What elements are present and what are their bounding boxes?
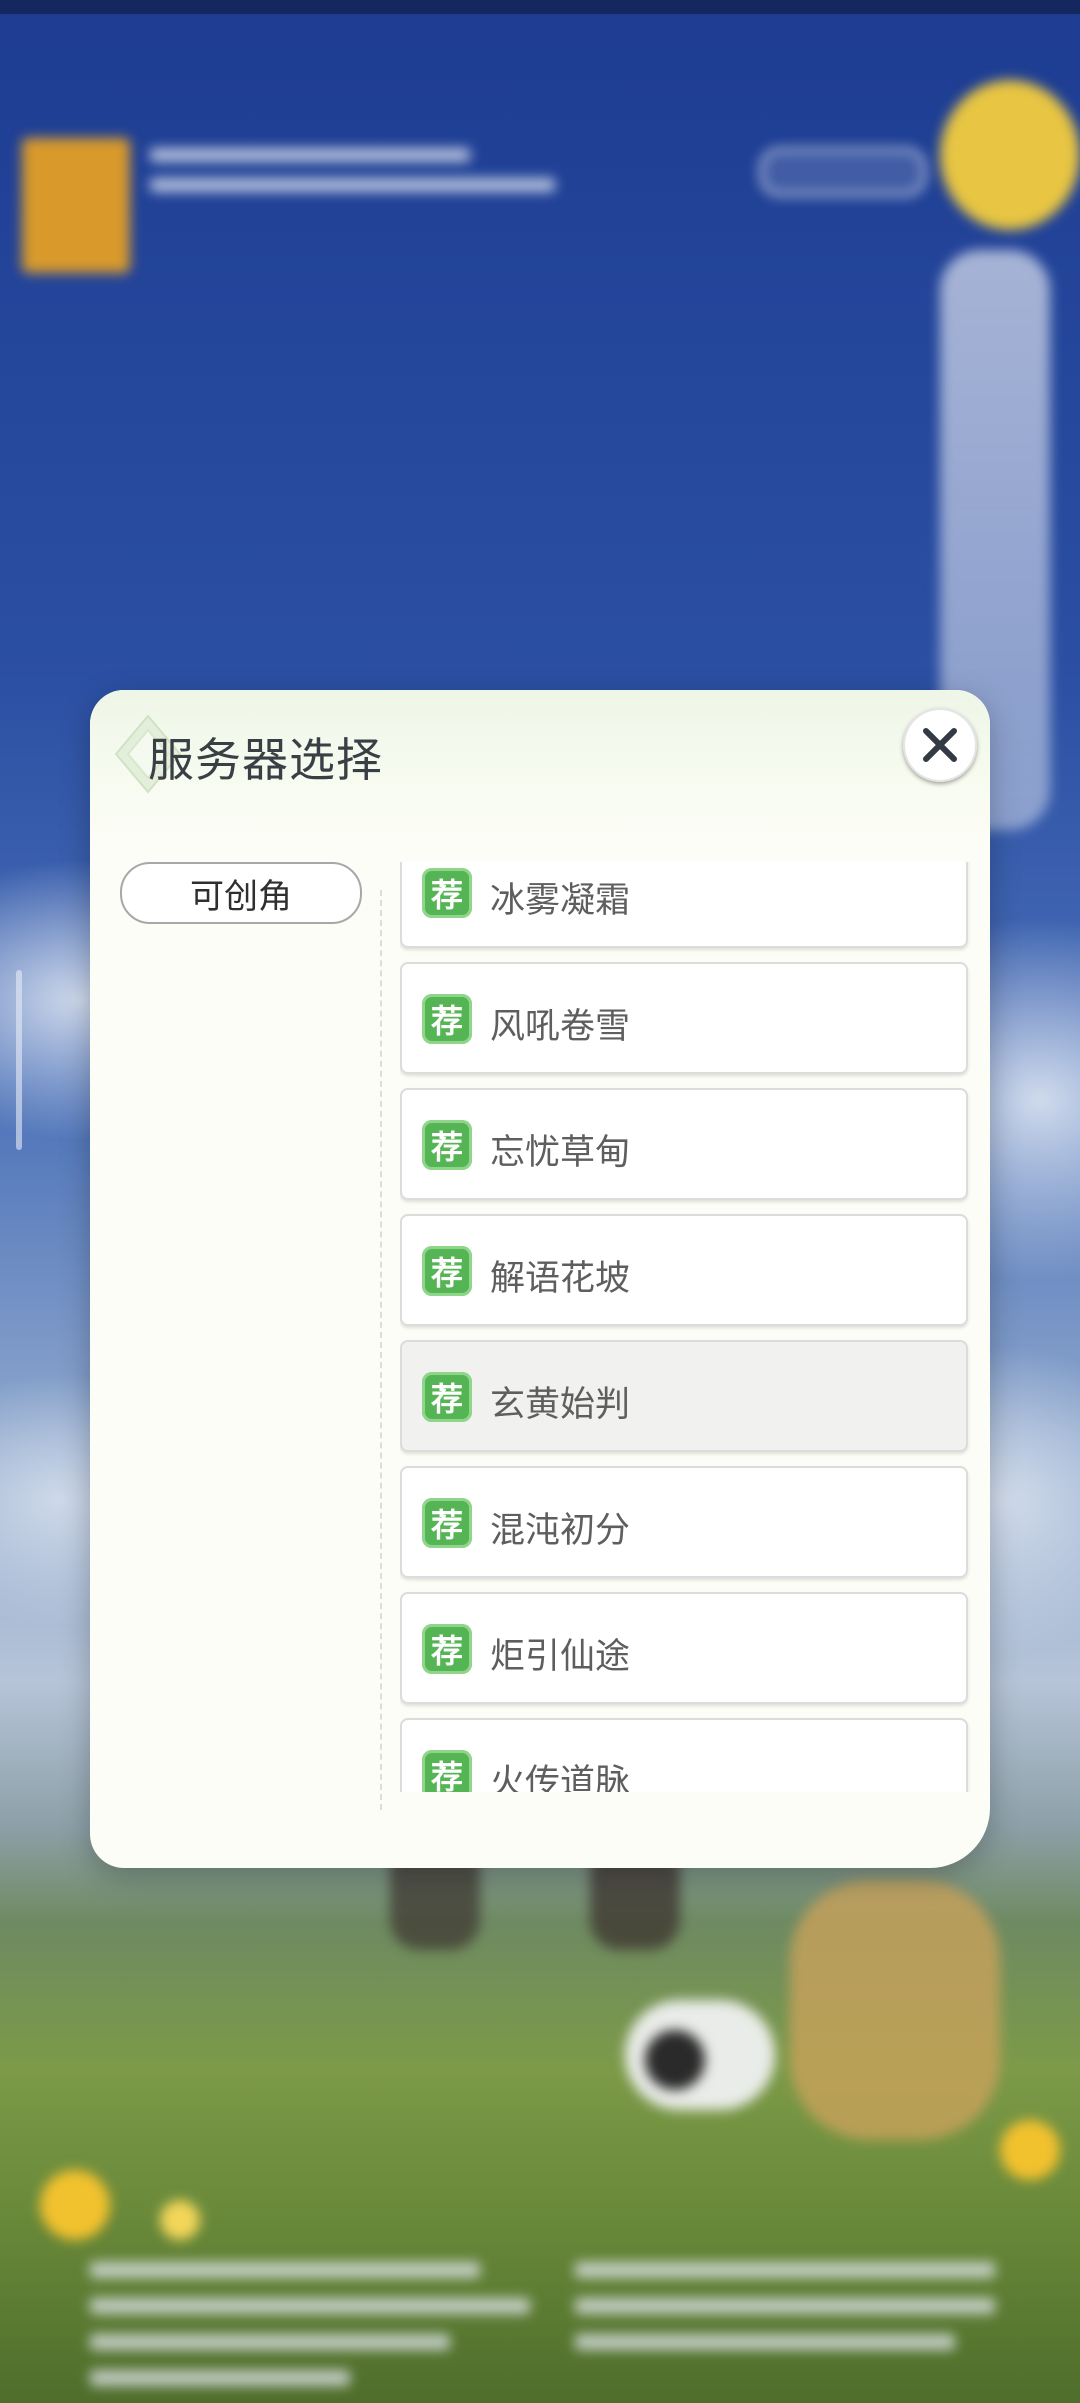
recommended-badge: 荐	[422, 1246, 472, 1296]
server-item[interactable]: 荐 风吼卷雪	[400, 962, 968, 1074]
close-button[interactable]	[903, 708, 977, 782]
panda-figure-detail	[645, 2030, 705, 2090]
background-tag	[760, 148, 926, 196]
recommended-badge: 荐	[422, 1372, 472, 1422]
flower	[1000, 2120, 1060, 2180]
server-name: 玄黄始判	[490, 1385, 631, 1425]
award-badge	[940, 80, 1080, 230]
dialog-title: 服务器选择	[148, 733, 383, 787]
server-item[interactable]: 荐 忘忧草甸	[400, 1088, 968, 1200]
server-item[interactable]: 荐 炬引仙途	[400, 1592, 968, 1704]
server-name: 冰雾凝霜	[490, 881, 631, 921]
server-item[interactable]: 荐 解语花坡	[400, 1214, 968, 1326]
server-item[interactable]: 荐 冰雾凝霜	[400, 862, 968, 948]
flower	[160, 2200, 200, 2240]
side-handle	[16, 970, 22, 1150]
close-icon	[923, 728, 957, 762]
footer-text-line	[575, 2298, 995, 2314]
server-name: 解语花坡	[490, 1259, 631, 1299]
status-bar	[0, 0, 1080, 14]
category-tab-can-create[interactable]: 可创角	[120, 862, 362, 924]
server-name: 炬引仙途	[490, 1637, 631, 1677]
recommended-badge: 荐	[422, 868, 472, 918]
footer-text-line	[90, 2370, 350, 2386]
recommended-badge: 荐	[422, 1750, 472, 1792]
server-item-selected[interactable]: 荐 玄黄始判	[400, 1340, 968, 1452]
flower	[40, 2170, 110, 2240]
server-item[interactable]: 荐 混沌初分	[400, 1466, 968, 1578]
recommended-badge: 荐	[422, 1120, 472, 1170]
server-name: 忘忧草甸	[490, 1133, 631, 1173]
recommended-badge: 荐	[422, 994, 472, 1044]
background-text-line	[150, 148, 470, 162]
footer-text-line	[90, 2262, 480, 2278]
server-select-dialog: 服务器选择 可创角 荐 冰雾凝霜 荐 风吼卷雪 荐 忘忧草甸 荐 解语花坡 荐 …	[90, 690, 990, 1868]
server-name: 风吼卷雪	[490, 1007, 631, 1047]
recommended-badge: 荐	[422, 1624, 472, 1674]
divider	[380, 890, 382, 1810]
footer-text-line	[90, 2298, 530, 2314]
server-item[interactable]: 荐 火传道脉	[400, 1718, 968, 1792]
game-logo	[22, 138, 130, 273]
recommended-badge: 荐	[422, 1498, 472, 1548]
footer-text-line	[575, 2262, 995, 2278]
character-figure	[790, 1880, 1000, 2140]
footer-text-line	[90, 2334, 450, 2350]
footer-text-line	[575, 2334, 955, 2350]
server-name: 混沌初分	[490, 1511, 631, 1551]
background-text-line	[150, 178, 555, 192]
server-name: 火传道脉	[490, 1763, 631, 1792]
server-list[interactable]: 荐 冰雾凝霜 荐 风吼卷雪 荐 忘忧草甸 荐 解语花坡 荐 玄黄始判 荐 混沌初…	[400, 862, 972, 1792]
